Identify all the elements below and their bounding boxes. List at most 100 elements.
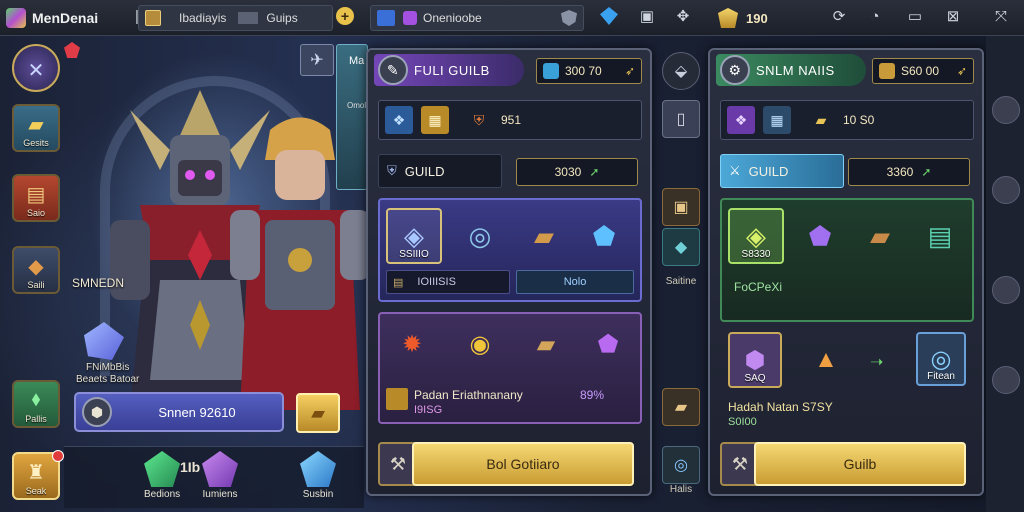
guild-panel-2: ⚙ SNLM NAIIS S60 00 ➶ ❖ ▦ ▰ 10 S0 ⚔ GUIL… bbox=[708, 48, 984, 496]
panel-1-main-button[interactable]: Bol Gotiiaro bbox=[412, 442, 634, 486]
wifi-icon[interactable]: ◔ bbox=[864, 5, 886, 27]
close-icon[interactable]: ⊠ bbox=[942, 5, 964, 27]
side-button-3[interactable]: ◆ Saili bbox=[12, 246, 60, 294]
plank-button[interactable]: ▰ bbox=[662, 388, 700, 426]
gold-ingot-button[interactable]: ▰ bbox=[296, 393, 340, 433]
swirl-button[interactable]: ◎ bbox=[662, 446, 700, 484]
tab-3[interactable]: Onenioobe bbox=[370, 5, 584, 31]
stop-icon[interactable]: ▣ bbox=[636, 5, 658, 27]
gold-bar-icon: ▰ bbox=[28, 114, 44, 136]
gold-coin-icon: ◉ bbox=[469, 330, 491, 358]
bottom-item-1[interactable]: Bedions bbox=[144, 451, 180, 500]
plank-icon: ▰ bbox=[674, 399, 688, 416]
map-pin-button[interactable]: ⬙ bbox=[662, 52, 700, 90]
gold-tablet-icon[interactable]: ▦ bbox=[421, 106, 449, 134]
hammer-icon: ⚒ bbox=[731, 453, 749, 474]
reward-purple-box[interactable]: ⬢ SAQ bbox=[728, 332, 782, 388]
panel-1-guild-tab[interactable]: ⛨ GUILD bbox=[378, 154, 502, 188]
app-logo[interactable] bbox=[6, 5, 26, 31]
reward-purple-crystal[interactable]: ⬟ bbox=[584, 320, 632, 368]
item-blue-gem[interactable]: ⬟ bbox=[576, 208, 632, 264]
bottom-item-2[interactable]: Iumiens bbox=[202, 451, 238, 500]
panel-2-emblem-icon[interactable]: ⚙ bbox=[720, 55, 750, 85]
item-book[interactable]: ▰ bbox=[852, 208, 908, 264]
floating-panel-sub: Omol bbox=[347, 101, 367, 110]
right-round-button-4[interactable] bbox=[992, 366, 1020, 394]
blue-tablet-icon[interactable]: ▦ bbox=[763, 106, 791, 134]
reward-fire-gem[interactable]: ✹ bbox=[388, 320, 436, 368]
green-crystal-large-icon: ◈ bbox=[746, 220, 766, 251]
notification-dot-icon bbox=[52, 450, 64, 462]
item-green-crystal[interactable]: ◈ S8330 bbox=[728, 208, 784, 264]
item-teal-chest[interactable]: ▤ bbox=[912, 208, 968, 264]
plus-icon[interactable]: + bbox=[334, 5, 356, 27]
side-button-2[interactable]: ▤ Saio bbox=[12, 174, 60, 222]
panel-1-footer-left: ▤ IOIIISIS bbox=[386, 270, 510, 294]
side-button-5-label: Seak bbox=[25, 486, 47, 496]
panel-1-cost-value: 300 70 bbox=[565, 64, 602, 78]
book-button[interactable]: ▯ bbox=[662, 100, 700, 138]
tab-3-label: Onenioobe bbox=[423, 11, 482, 25]
reward-percent: 89% bbox=[580, 388, 605, 402]
reward-swirl-box[interactable]: ◎ Fitean bbox=[916, 332, 966, 386]
arrow-icon: ✈ bbox=[310, 52, 324, 69]
item-wood-plank[interactable]: ▰ bbox=[516, 208, 572, 264]
gem-icon[interactable] bbox=[598, 5, 620, 27]
item-crystal-sword[interactable]: ◈ SSIIIO bbox=[386, 208, 442, 264]
reward-scroll[interactable]: ▰ bbox=[522, 320, 570, 368]
panel-1-reward-box: ✹ ◉ ▰ ⬟ Padan Eriathnanany I9ISG 89% bbox=[378, 312, 642, 424]
floating-card[interactable]: ✈ bbox=[300, 44, 334, 76]
tab-1[interactable]: Ibadiayis Guips bbox=[138, 5, 333, 31]
side-button-4[interactable]: ⬧ Pallis bbox=[12, 380, 60, 428]
panel-2-guild-tab[interactable]: ⚔ GUILD bbox=[720, 154, 844, 188]
scroll-mid-icon: ▣ bbox=[673, 199, 689, 216]
expand-icon[interactable]: ⤧ bbox=[990, 5, 1012, 27]
panel-1-footer-right[interactable]: Nolo bbox=[516, 270, 634, 294]
panel-1-resource-value: 951 bbox=[501, 113, 522, 127]
panel-2-selected-item-tag: S8330 bbox=[741, 249, 771, 260]
summon-button[interactable]: ⬢ Snnen 92610 bbox=[74, 392, 284, 432]
arrow-right-icon: ➝ bbox=[870, 354, 884, 371]
chest-icon bbox=[145, 10, 161, 26]
bottom-item-3-label: Susbin bbox=[302, 489, 334, 500]
guild-shield-icon: ⛨ bbox=[387, 163, 397, 178]
reward-gold-coin[interactable]: ◉ bbox=[456, 320, 504, 368]
item-purple-shard[interactable]: ⬟ bbox=[792, 208, 848, 264]
window-icon bbox=[238, 12, 259, 24]
teal-gem-button[interactable]: ◆ bbox=[662, 228, 700, 266]
reward-line: Padan Eriathnanany bbox=[414, 388, 523, 402]
bottom-item-2-label: Iumiens bbox=[202, 489, 238, 500]
refresh-icon[interactable]: ⟳ bbox=[828, 5, 850, 27]
panel-2-cost: S60 00 ➶ bbox=[872, 58, 974, 84]
item-swirl[interactable]: ◎ bbox=[452, 208, 508, 264]
reward-fire-box[interactable]: ▲ bbox=[802, 336, 850, 384]
tab-2-label: Guips bbox=[266, 11, 298, 25]
scroll-button[interactable]: ▣ bbox=[662, 188, 700, 226]
bottom-item-strip: Bedions 1Ib Iumiens Susbin bbox=[64, 446, 364, 508]
screen-icon[interactable]: ▭ bbox=[904, 5, 926, 27]
panel-1-emblem-icon[interactable]: ✎ bbox=[378, 55, 408, 85]
purple-rune-icon[interactable]: ❖ bbox=[727, 106, 755, 134]
panel-2-main-button[interactable]: Guilb bbox=[754, 442, 966, 486]
panel-1-guild-label: GUILD bbox=[404, 163, 445, 179]
right-round-button-3[interactable] bbox=[992, 276, 1020, 304]
bottom-item-3[interactable]: Susbin bbox=[300, 451, 336, 500]
panel-1-guild-value-box: 3030 ➚ bbox=[516, 158, 638, 186]
blue-swirl-stone-icon: ◎ bbox=[468, 220, 492, 251]
fire-box-icon: ▲ bbox=[814, 346, 838, 373]
panel-2-title: SNLM NAIIS bbox=[756, 62, 835, 78]
panel-2-header: ⚙ SNLM NAIIS bbox=[716, 54, 866, 86]
floating-panel-label: Ma bbox=[349, 55, 365, 67]
crossed-swords-icon: ✕ bbox=[27, 60, 45, 82]
side-button-1[interactable]: ▰ Gesits bbox=[12, 104, 60, 152]
right-round-button-2[interactable] bbox=[992, 176, 1020, 204]
panel-1-resource-row: ❖ ▦ ⛨ 951 bbox=[378, 100, 642, 140]
side-button-3-label: Saili bbox=[27, 280, 45, 290]
panel-1-cost: 300 70 ➶ bbox=[536, 58, 642, 84]
puzzle-icon[interactable]: ✥ bbox=[672, 5, 694, 27]
right-round-button-1[interactable] bbox=[992, 96, 1020, 124]
blue-feather-icon[interactable]: ❖ bbox=[385, 106, 413, 134]
teal-chest-icon: ▤ bbox=[927, 220, 953, 251]
profile-avatar-button[interactable]: ✕ bbox=[12, 44, 60, 92]
green-crystal-icon: ⬧ bbox=[31, 388, 41, 410]
